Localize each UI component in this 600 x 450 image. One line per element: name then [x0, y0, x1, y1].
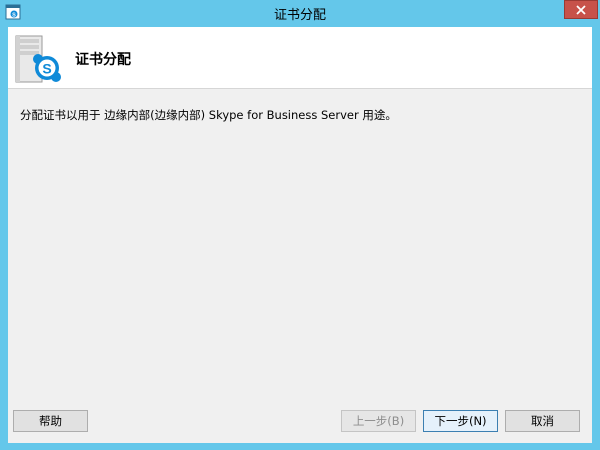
- help-button[interactable]: 帮助: [13, 410, 88, 432]
- wizard-body: S 证书分配 分配证书以用于 边缘内部(边缘内部) Skype for Busi…: [8, 27, 592, 443]
- page-header: S 证书分配: [8, 27, 592, 89]
- close-button[interactable]: [564, 0, 598, 19]
- title-bar[interactable]: S 证书分配: [0, 0, 600, 26]
- wizard-window: S 证书分配 S 证书分配 分配证书以用于 边缘内部(边缘内部) Skype f…: [0, 0, 600, 450]
- svg-text:S: S: [42, 61, 51, 77]
- description-text: 分配证书以用于 边缘内部(边缘内部) Skype for Business Se…: [20, 108, 397, 122]
- next-button[interactable]: 下一步(N): [423, 410, 498, 432]
- page-title: 证书分配: [75, 52, 131, 68]
- cancel-button[interactable]: 取消: [505, 410, 580, 432]
- skype-server-icon: S: [14, 32, 70, 84]
- previous-button[interactable]: 上一步(B): [341, 410, 416, 432]
- window-title: 证书分配: [273, 8, 326, 23]
- close-icon: [575, 0, 587, 19]
